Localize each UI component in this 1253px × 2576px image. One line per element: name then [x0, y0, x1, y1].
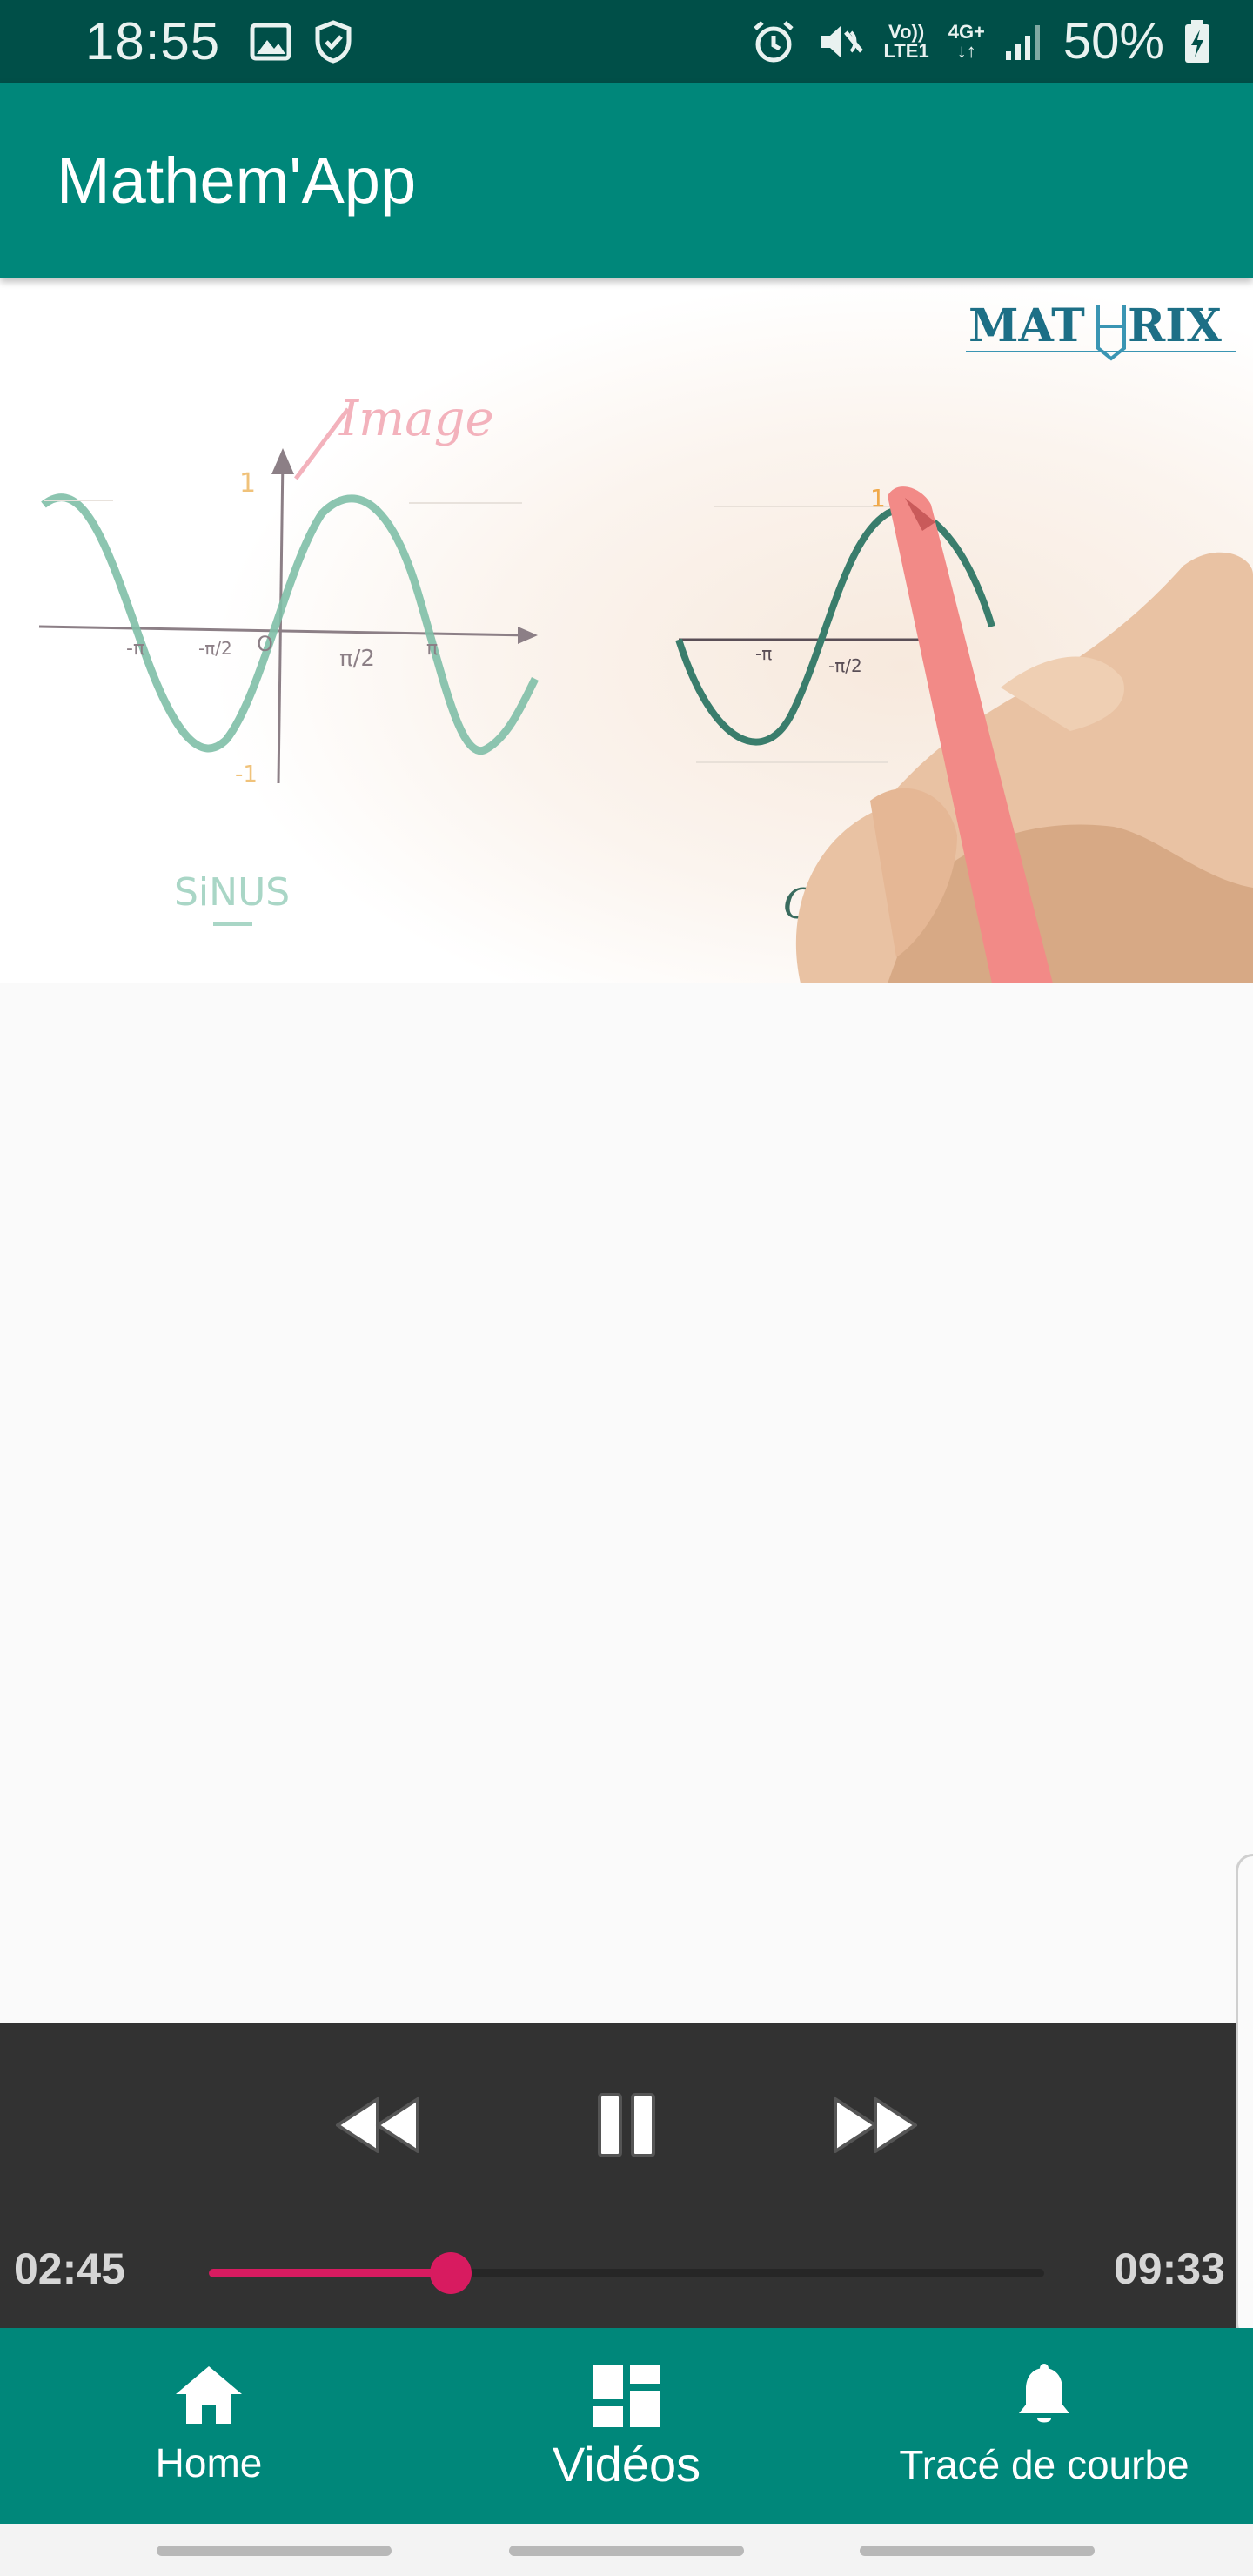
fast-forward-button[interactable]	[822, 2077, 927, 2173]
gesture-hint-left[interactable]	[157, 2546, 392, 2556]
status-time: 18:55	[85, 12, 221, 70]
edge-panel-handle[interactable]	[1236, 1854, 1253, 2341]
pause-icon	[598, 2093, 655, 2157]
dashboard-icon	[593, 2365, 660, 2427]
nav-item-home[interactable]: Home	[0, 2328, 418, 2524]
video-thumbnail-image: -π -π/2 O π/2 π 1 -1 SiNUS Image -π -π/2…	[0, 278, 1253, 983]
svg-text:RIX: RIX	[1128, 299, 1223, 352]
media-controller	[0, 2023, 1236, 2328]
fast-forward-icon	[834, 2097, 917, 2153]
svg-text:-1: -1	[235, 761, 258, 788]
shield-icon	[315, 19, 352, 64]
nav-item-label: Tracé de courbe	[899, 2442, 1189, 2487]
svg-text:MAT: MAT	[968, 299, 1085, 352]
video-frame[interactable]: -π -π/2 O π/2 π 1 -1 SiNUS Image -π -π/2…	[0, 278, 1253, 983]
current-time: 02:45	[14, 2244, 125, 2293]
content-area	[0, 983, 1253, 2023]
svg-text:π: π	[426, 638, 438, 660]
nav-item-label: Vidéos	[552, 2437, 701, 2492]
svg-text:1: 1	[870, 484, 886, 513]
nav-item-trace-de-courbe[interactable]: Tracé de courbe	[835, 2328, 1253, 2524]
nav-item-videos[interactable]: Vidéos	[418, 2328, 835, 2524]
svg-text:-π: -π	[126, 638, 144, 660]
mute-icon	[821, 25, 863, 57]
network-indicator: 4G+ ↓↑	[948, 20, 985, 62]
alarm-icon	[753, 20, 794, 62]
gesture-hint-right[interactable]	[860, 2546, 1095, 2556]
status-bar: 18:55 Vo)) LTE1 4G+ ↓↑ 50%	[0, 0, 1253, 83]
app-bar: Mathem'App	[0, 83, 1253, 278]
volte-indicator: Vo)) LTE1	[883, 20, 929, 62]
gallery-icon	[250, 23, 291, 60]
nav-item-label: Home	[155, 2440, 263, 2485]
svg-text:-π/2: -π/2	[828, 655, 862, 676]
svg-text:O: O	[257, 632, 273, 656]
battery-charging-icon	[1185, 19, 1209, 63]
total-time: 09:33	[1114, 2244, 1225, 2293]
svg-text:π/2: π/2	[339, 646, 375, 672]
svg-text:-π: -π	[755, 643, 772, 664]
svg-text:-π/2: -π/2	[198, 638, 232, 659]
home-icon	[176, 2366, 242, 2424]
board-label-sinus: SiNUS	[174, 870, 290, 915]
bell-icon	[1019, 2364, 1069, 2423]
gesture-hint-center[interactable]	[509, 2546, 744, 2556]
seek-bar[interactable]	[209, 2252, 1044, 2294]
battery-percentage: 50%	[1062, 13, 1164, 70]
seek-bar-progress	[209, 2269, 452, 2277]
pause-button[interactable]	[574, 2077, 679, 2173]
board-word: Image	[338, 391, 494, 447]
app-title: Mathem'App	[57, 144, 417, 217]
rewind-icon	[336, 2097, 419, 2153]
svg-text:1: 1	[239, 468, 256, 499]
bottom-navigation: Home Vidéos Tracé de courbe	[0, 2328, 1253, 2524]
rewind-button[interactable]	[326, 2077, 431, 2173]
signal-icon	[1005, 24, 1040, 60]
